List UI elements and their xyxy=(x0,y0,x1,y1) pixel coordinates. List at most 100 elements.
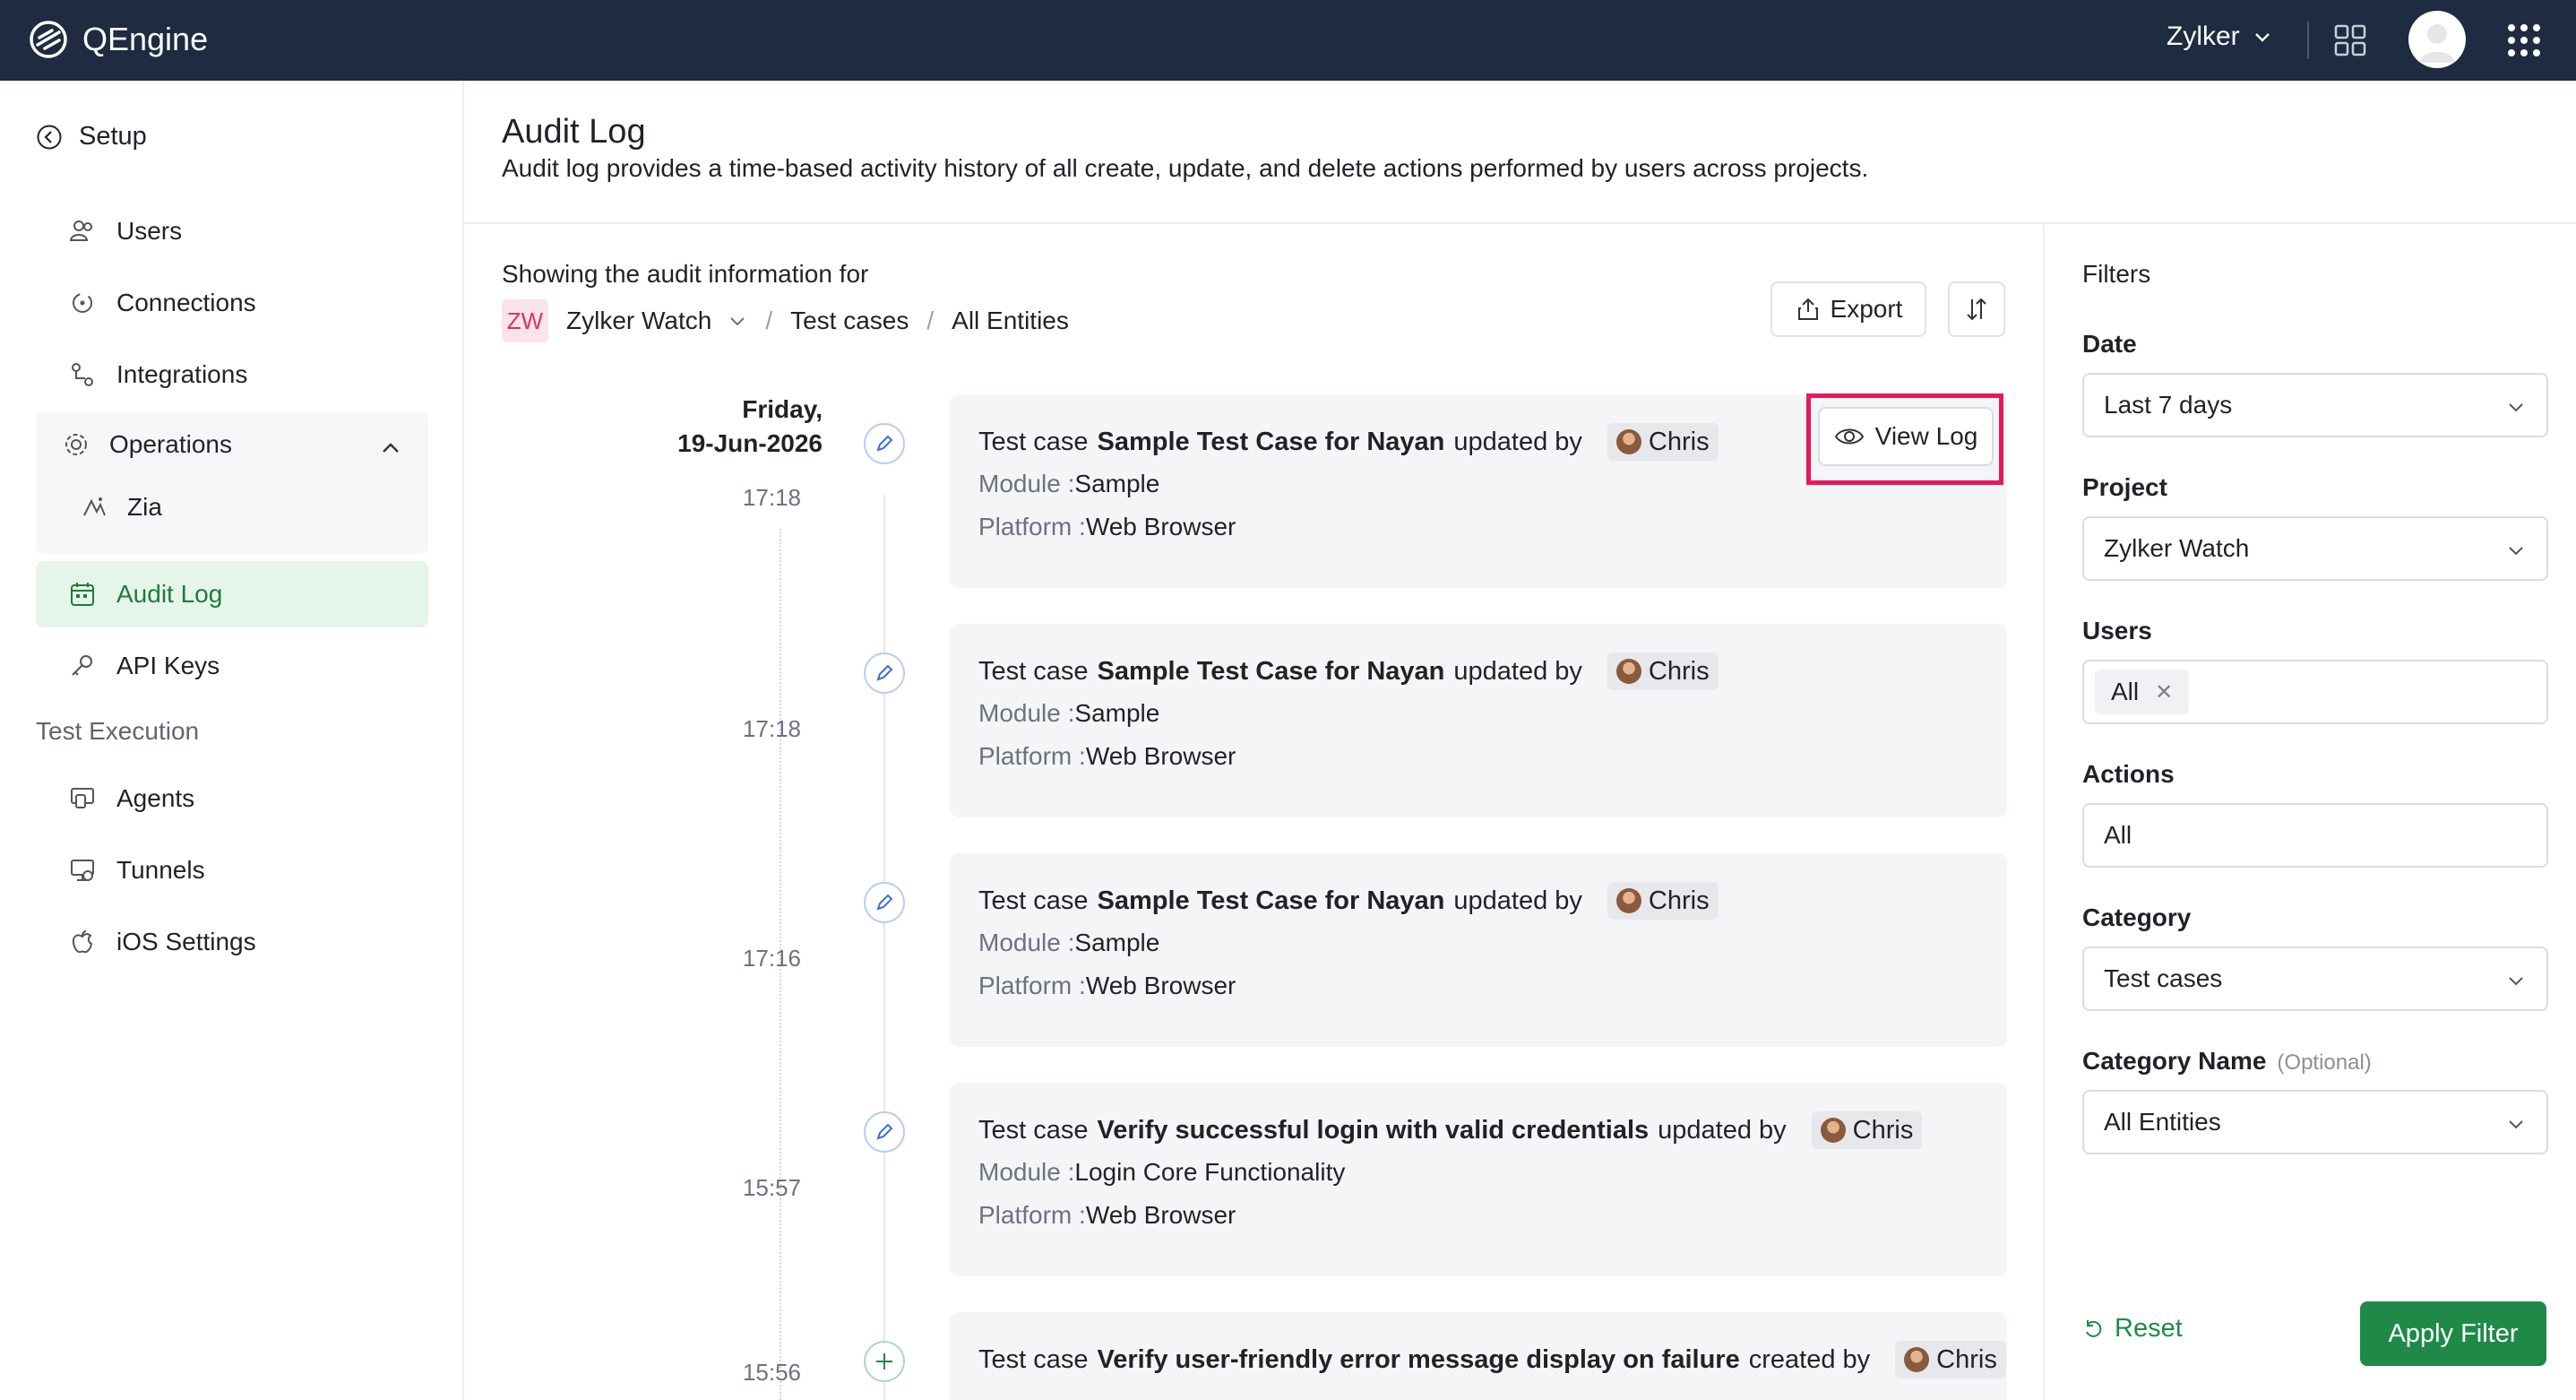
entry-module: Module :Sample xyxy=(978,470,1159,498)
sidebar: Setup Users Connections Integrations Ope… xyxy=(0,81,464,1400)
breadcrumb-entities[interactable]: All Entities xyxy=(952,307,1069,335)
breadcrumb-separator: / xyxy=(926,307,935,334)
sidebar-item-label: Users xyxy=(116,217,183,245)
chevron-down-icon xyxy=(2509,977,2523,986)
actions-select-value: All xyxy=(2104,821,2132,849)
apps-menu-icon[interactable] xyxy=(2505,22,2543,59)
entry-name: Sample Test Case for Nayan xyxy=(1097,656,1445,686)
audit-entry-card[interactable]: Test case Verify user-friendly error mes… xyxy=(950,1312,2007,1400)
platform-label: Platform : xyxy=(978,972,1086,999)
entry-summary: Test case Sample Test Case for Nayan upd… xyxy=(978,882,1719,920)
date-select[interactable]: Last 7 days xyxy=(2082,373,2548,437)
entry-time: 15:56 xyxy=(742,1359,801,1386)
audit-entry-card[interactable]: Test case Sample Test Case for Nayan upd… xyxy=(950,624,2007,817)
eye-icon xyxy=(1834,428,1864,445)
chevron-up-icon[interactable] xyxy=(378,436,403,461)
reset-label: Reset xyxy=(2115,1314,2183,1343)
user-name: Chris xyxy=(1648,886,1710,915)
entry-name: Sample Test Case for Nayan xyxy=(1097,427,1445,456)
export-button[interactable]: Export xyxy=(1770,281,1926,337)
sidebar-item-operations[interactable]: Operations xyxy=(63,430,232,459)
sidebar-item-agents[interactable]: Agents xyxy=(36,765,428,832)
platform-label: Platform : xyxy=(978,513,1086,540)
chevron-down-icon xyxy=(2509,1120,2523,1129)
reset-button[interactable]: Reset xyxy=(2082,1314,2183,1344)
category-name-select[interactable]: All Entities xyxy=(2082,1090,2548,1154)
platform-value: Web Browser xyxy=(1085,513,1236,540)
section-test-execution: Test Execution xyxy=(36,717,200,745)
setup-back-link[interactable]: Setup xyxy=(36,122,147,151)
user-avatar[interactable] xyxy=(2408,11,2466,68)
user-chip[interactable]: Chris xyxy=(1607,882,1719,920)
user-chip[interactable]: Chris xyxy=(1607,652,1719,690)
chevron-down-icon xyxy=(2254,33,2270,42)
sidebar-item-tunnels[interactable]: Tunnels xyxy=(36,837,428,903)
sidebar-item-audit-log[interactable]: Audit Log xyxy=(36,561,428,627)
module-value: Login Core Functionality xyxy=(1074,1158,1346,1186)
org-switcher[interactable]: Zylker xyxy=(2167,22,2272,52)
sidebar-item-label: Connections xyxy=(116,289,256,316)
entry-module: Module :Login Core Functionality xyxy=(978,1158,1345,1187)
category-name-value: All Entities xyxy=(2104,1108,2221,1136)
chevron-down-icon xyxy=(2509,403,2523,412)
filter-label-category-name: Category Name (Optional) xyxy=(2082,1047,2372,1076)
sort-icon xyxy=(1967,298,1986,321)
sidebar-item-api-keys[interactable]: API Keys xyxy=(36,633,428,699)
sidebar-item-users[interactable]: Users xyxy=(36,198,428,264)
reset-icon xyxy=(2086,1319,2102,1337)
entry-name: Verify successful login with valid crede… xyxy=(1097,1115,1650,1145)
entry-action: updated by xyxy=(1658,1115,1787,1145)
audit-entry-card[interactable]: Test case Verify successful login with v… xyxy=(950,1083,2007,1276)
entry-action: updated by xyxy=(1453,656,1582,686)
entry-action: updated by xyxy=(1453,427,1582,456)
avatar xyxy=(1820,1118,1846,1143)
view-log-label: View Log xyxy=(1874,422,1978,450)
entry-summary: Test case Verify successful login with v… xyxy=(978,1111,1923,1149)
platform-label: Platform : xyxy=(978,742,1086,770)
entry-name: Verify user-friendly error message displ… xyxy=(1097,1344,1740,1374)
filters-title: Filters xyxy=(2082,260,2151,288)
entry-action: updated by xyxy=(1453,886,1582,915)
users-multiselect[interactable]: All ✕ xyxy=(2082,660,2548,724)
entry-module: Module :Sample xyxy=(978,699,1159,728)
back-arrow-icon xyxy=(37,125,62,149)
project-selector[interactable]: Zylker Watch xyxy=(566,307,747,335)
dashboard-grid-icon[interactable] xyxy=(2333,23,2367,57)
category-select[interactable]: Test cases xyxy=(2082,946,2548,1011)
entry-action: created by xyxy=(1748,1344,1871,1374)
sidebar-item-connections[interactable]: Connections xyxy=(36,270,428,336)
close-icon[interactable]: ✕ xyxy=(2155,679,2173,705)
actions-select[interactable]: All xyxy=(2082,803,2548,868)
entry-type: Test case xyxy=(978,886,1089,915)
user-name: Chris xyxy=(1648,656,1710,686)
sidebar-item-ios-settings[interactable]: iOS Settings xyxy=(36,909,428,975)
chip-label: All xyxy=(2111,678,2140,705)
view-log-button[interactable]: View Log xyxy=(1818,407,1994,466)
breadcrumb-category[interactable]: Test cases xyxy=(790,307,909,335)
sort-button[interactable] xyxy=(1948,281,2005,337)
entry-platform: Platform :Web Browser xyxy=(978,513,1236,541)
user-name: Chris xyxy=(1852,1115,1914,1145)
platform-label: Platform : xyxy=(978,1201,1086,1229)
key-icon xyxy=(72,655,92,676)
agents-icon xyxy=(71,788,94,808)
user-chip[interactable]: Chris xyxy=(1895,1341,2006,1378)
apply-filter-button[interactable]: Apply Filter xyxy=(2360,1301,2546,1366)
sidebar-item-zia[interactable]: Zia xyxy=(81,493,162,522)
module-label: Module : xyxy=(978,470,1075,497)
users-chip[interactable]: All ✕ xyxy=(2095,670,2190,714)
module-value: Sample xyxy=(1074,929,1160,956)
date-select-value: Last 7 days xyxy=(2104,391,2233,419)
category-select-value: Test cases xyxy=(2104,964,2223,992)
user-name: Chris xyxy=(1648,427,1710,456)
audit-entry-card[interactable]: Test case Sample Test Case for Nayan upd… xyxy=(950,853,2007,1047)
timeline-date: Friday, 19-Jun-2026 xyxy=(464,393,823,461)
brand[interactable]: QEngine xyxy=(27,18,208,61)
sidebar-item-label: Operations xyxy=(109,430,232,458)
edit-icon xyxy=(864,882,905,923)
divider xyxy=(2307,22,2309,59)
user-chip[interactable]: Chris xyxy=(1607,423,1719,461)
user-chip[interactable]: Chris xyxy=(1811,1111,1923,1149)
sidebar-item-integrations[interactable]: Integrations xyxy=(36,341,428,408)
project-select[interactable]: Zylker Watch xyxy=(2082,516,2548,581)
